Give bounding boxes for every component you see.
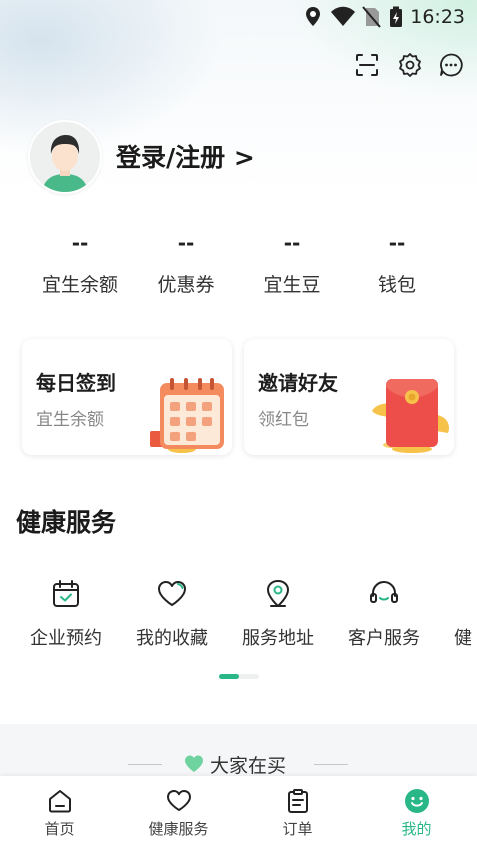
card-subtitle: 领红包 [258, 410, 309, 430]
tab-orders[interactable]: 订单 [238, 776, 357, 848]
stat-value: -- [177, 231, 195, 255]
message-icon[interactable] [438, 52, 464, 78]
heart-icon [166, 790, 191, 811]
popular-products-section: 大家在买 [0, 724, 477, 784]
bottom-tab-bar: 首页 健康服务 订单 我的 [0, 776, 477, 848]
popular-products-title: 大家在买 [210, 755, 287, 777]
tab-label: 订单 [282, 820, 313, 838]
calendar-check-icon [53, 580, 79, 607]
daily-checkin-card[interactable]: 每日签到 宜生余额 [22, 339, 232, 455]
default-avatar-icon [30, 122, 100, 192]
card-subtitle: 宜生余额 [36, 410, 104, 430]
tab-label: 我的 [401, 820, 432, 838]
stat-value: -- [283, 231, 301, 255]
stat-beans[interactable]: -- 宜生豆 [237, 228, 347, 297]
stat-label: 宜生余额 [41, 274, 118, 296]
home-icon [48, 790, 71, 813]
card-title: 邀请好友 [258, 371, 338, 395]
heart-icon [158, 581, 186, 606]
tab-health-services[interactable]: 健康服务 [119, 776, 238, 848]
smile-icon [404, 789, 429, 813]
service-customer-support[interactable]: 客户服务 [334, 578, 434, 650]
calendar-illustration-icon [150, 378, 224, 453]
headset-icon [370, 580, 398, 603]
stat-label: 宜生豆 [263, 274, 321, 296]
service-partial-item[interactable]: 健 [440, 578, 477, 650]
card-title: 每日签到 [36, 371, 116, 395]
login-register-link[interactable]: 登录/注册 > [116, 138, 255, 174]
stat-label: 钱包 [377, 274, 416, 296]
tab-mine[interactable]: 我的 [357, 776, 476, 848]
service-favorites[interactable]: 我的收藏 [122, 578, 222, 650]
no-sim-icon [362, 6, 381, 28]
clipboard-icon [287, 789, 308, 813]
red-envelope-illustration-icon [372, 379, 450, 453]
service-label: 客户服务 [348, 628, 420, 649]
service-label: 企业预约 [30, 628, 102, 649]
status-bar: 16:23 [0, 0, 477, 34]
location-status-icon [306, 7, 320, 26]
scroll-indicator-thumb [219, 674, 239, 679]
service-label: 服务地址 [242, 628, 314, 649]
invite-friends-card[interactable]: 邀请好友 领红包 [244, 339, 454, 455]
account-stats: -- 宜生余额 -- 优惠券 -- 宜生豆 -- 钱包 [0, 228, 477, 308]
tab-home[interactable]: 首页 [0, 776, 119, 848]
settings-icon[interactable] [397, 52, 423, 78]
service-address[interactable]: 服务地址 [228, 578, 328, 650]
avatar[interactable] [28, 120, 102, 194]
battery-icon [390, 6, 402, 27]
divider-line [314, 764, 348, 765]
stat-balance[interactable]: -- 宜生余额 [25, 228, 135, 297]
stat-value: -- [388, 231, 406, 255]
stat-wallet[interactable]: -- 钱包 [342, 228, 452, 297]
wifi-icon [331, 6, 355, 26]
tab-label: 首页 [44, 820, 75, 838]
tab-label: 健康服务 [148, 820, 209, 838]
green-heart-icon [185, 755, 203, 772]
stat-label: 优惠券 [157, 274, 215, 296]
stat-value: -- [71, 231, 89, 255]
stat-coupons[interactable]: -- 优惠券 [131, 228, 241, 297]
status-time: 16:23 [410, 6, 465, 28]
scan-icon[interactable] [354, 52, 380, 78]
service-label: 健 [454, 628, 472, 649]
location-pin-icon [267, 580, 289, 607]
divider-line [128, 764, 162, 765]
scroll-indicator [219, 674, 259, 679]
service-label: 我的收藏 [136, 628, 208, 649]
service-enterprise-booking[interactable]: 企业预约 [16, 578, 116, 650]
section-title: 健康服务 [16, 508, 117, 537]
